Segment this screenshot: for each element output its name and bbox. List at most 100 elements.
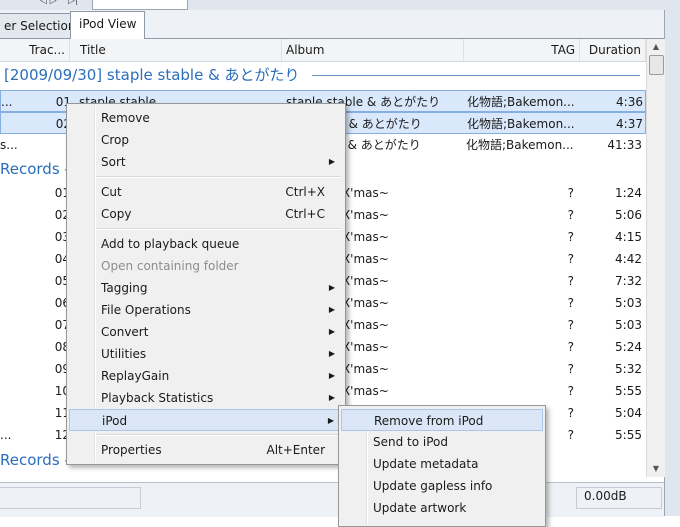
menu-item-cut[interactable]: Cut Ctrl+X [69, 181, 343, 203]
row-tag-cell: ? [567, 340, 574, 354]
status-bar: 0.00dB [0, 482, 664, 517]
row-tag-cell: ? [567, 362, 574, 376]
scroll-up-icon[interactable]: ▲ [647, 39, 665, 55]
row-duration-cell: 41:33 [607, 138, 642, 152]
menu-item-label: Cut [101, 185, 122, 199]
menu-item-shortcut: Alt+Enter [266, 443, 325, 457]
toolbar-button-icon[interactable]: ◁ ▷ [40, 0, 57, 6]
menu-item-properties[interactable]: Properties Alt+Enter [69, 439, 343, 461]
menu-item-shortcut: Ctrl+X [285, 185, 325, 199]
toolbar-button-icon[interactable]: ▷| [68, 0, 78, 6]
column-header-title[interactable]: Title [70, 39, 282, 61]
menu-item-label: Playback Statistics [101, 391, 214, 405]
row-track-cell: 10 [54, 384, 70, 398]
row-tag-cell: ? [567, 296, 574, 310]
row-track-cell: 01 [54, 186, 70, 200]
column-header-duration[interactable]: Duration [580, 39, 646, 61]
column-header-album[interactable]: Album [282, 39, 464, 61]
row-track-cell: 08 [54, 340, 70, 354]
menu-item-shortcut: Ctrl+C [285, 207, 325, 221]
row-track-cell: 09 [54, 362, 70, 376]
menu-item-label: Add to playback queue [101, 237, 240, 251]
submenu-item-label: Update metadata [373, 457, 479, 471]
menu-item-sort[interactable]: Sort ▶ [69, 151, 343, 173]
replaygain-readout: 0.00dB [584, 489, 627, 503]
row-tag-cell: 化物語;Bakemon... [467, 117, 575, 131]
menu-item-open-containing-folder: Open containing folder [69, 255, 343, 277]
row-duration-cell: 5:55 [615, 428, 642, 442]
submenu-arrow-icon: ▶ [328, 393, 335, 402]
menu-item-convert[interactable]: Convert ▶ [69, 321, 343, 343]
row-track-cell: 01 [55, 95, 71, 109]
menu-item-tagging[interactable]: Tagging ▶ [69, 277, 343, 299]
menu-item-label: File Operations [101, 303, 191, 317]
row-tag-cell: ? [567, 252, 574, 266]
menu-item-file-operations[interactable]: File Operations ▶ [69, 299, 343, 321]
row-track-cell: 02 [54, 208, 70, 222]
menu-separator [97, 176, 341, 178]
row-tag-cell: ? [567, 384, 574, 398]
row-duration-cell: 5:24 [615, 340, 642, 354]
menu-item-crop[interactable]: Crop [69, 129, 343, 151]
row-tag-cell: 化物語;Bakemon... [467, 95, 575, 109]
submenu-arrow-icon: ▶ [328, 371, 335, 380]
scroll-thumb[interactable] [649, 55, 664, 75]
menu-item-label: Utilities [101, 347, 147, 361]
vertical-scrollbar[interactable]: ▲ ▼ [646, 39, 665, 477]
toolbar-search-input[interactable] [92, 0, 188, 10]
row-duration-cell: 5:03 [615, 296, 642, 310]
submenu-item-update-gapless-info[interactable]: Update gapless info [341, 475, 543, 497]
row-duration-cell: 5:55 [615, 384, 642, 398]
menu-item-replaygain[interactable]: ReplayGain ▶ [69, 365, 343, 387]
context-menu: Remove Crop Sort ▶ Cut Ctrl+X Copy Ctrl+C Add to… [66, 103, 346, 465]
row-duration-cell: 4:37 [616, 117, 643, 131]
row-prefix-cell: ... [1, 95, 13, 109]
submenu-item-send-to-ipod[interactable]: Send to iPod [341, 431, 543, 453]
row-track-cell: 06 [54, 296, 70, 310]
row-track-cell: 05 [54, 274, 70, 288]
row-duration-cell: 5:32 [615, 362, 642, 376]
row-track-cell: 07 [54, 318, 70, 332]
row-duration-cell: 4:42 [615, 252, 642, 266]
menu-separator [97, 434, 341, 436]
status-cell [0, 487, 141, 509]
tab-ipod-view[interactable]: iPod View [70, 11, 146, 39]
row-duration-cell: 5:04 [615, 406, 642, 420]
submenu-item-label: Remove from iPod [374, 414, 484, 428]
menu-item-remove[interactable]: Remove [69, 107, 343, 129]
submenu-item-remove-from-ipod[interactable]: Remove from iPod [341, 409, 543, 431]
menu-item-playback-statistics[interactable]: Playback Statistics ▶ [69, 387, 343, 409]
column-header: Trac... Title Album TAG Duration [0, 39, 646, 62]
menu-item-copy[interactable]: Copy Ctrl+C [69, 203, 343, 225]
menu-item-label: Open containing folder [101, 259, 239, 273]
scroll-down-icon[interactable]: ▼ [647, 461, 665, 477]
menu-item-add-to-playback-queue[interactable]: Add to playback queue [69, 233, 343, 255]
menu-item-utilities[interactable]: Utilities ▶ [69, 343, 343, 365]
row-track-cell: 11 [54, 406, 70, 420]
row-prefix-cell: ... [0, 428, 12, 442]
menu-separator [97, 228, 341, 230]
menu-item-label: Sort [101, 155, 126, 169]
row-duration-cell: 5:06 [615, 208, 642, 222]
row-tag-cell: ? [567, 318, 574, 332]
submenu-arrow-icon: ▶ [327, 416, 334, 425]
menu-item-label: ReplayGain [101, 369, 170, 383]
row-track-cell: 12 [54, 428, 70, 442]
submenu-arrow-icon: ▶ [328, 157, 335, 166]
row-track-cell: 02 [55, 117, 71, 131]
row-duration-cell: 4:36 [616, 95, 643, 109]
row-prefix-cell: s... [0, 138, 18, 152]
row-tag-cell: ? [567, 274, 574, 288]
row-tag-cell: ? [567, 186, 574, 200]
row-tag-cell: 化物語;Bakemon... [466, 138, 574, 152]
column-header-tag[interactable]: TAG [464, 39, 580, 61]
menu-item-label: Copy [101, 207, 132, 221]
menu-item-ipod[interactable]: iPod ▶ [69, 409, 343, 431]
row-duration-cell: 7:32 [615, 274, 642, 288]
ipod-submenu: Remove from iPod Send to iPod Update metad… [338, 405, 546, 527]
submenu-item-update-metadata[interactable]: Update metadata [341, 453, 543, 475]
menu-item-label: Remove [101, 111, 150, 125]
column-header-track[interactable]: Trac... [0, 39, 70, 61]
menu-item-label: Tagging [101, 281, 148, 295]
tab-bar: er Selection iPod View [0, 10, 680, 39]
